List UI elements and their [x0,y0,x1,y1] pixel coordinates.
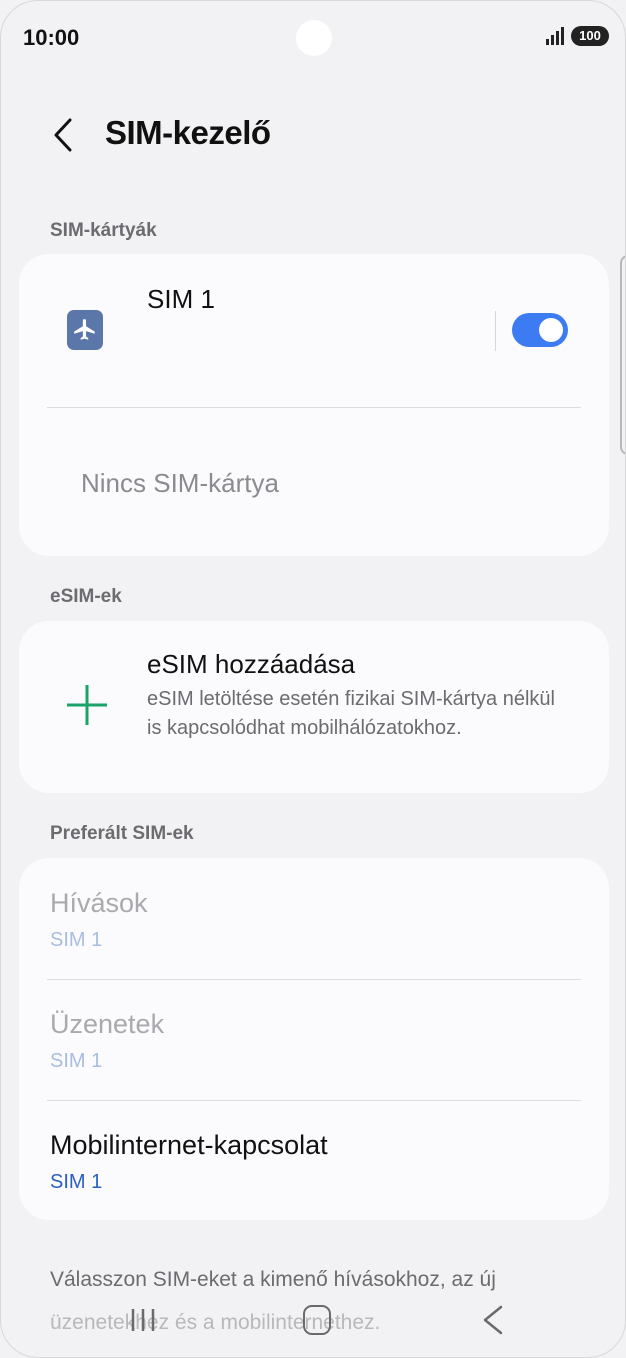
navigation-bar [1,1293,625,1353]
chevron-left-icon [54,118,72,152]
sim-cards-card: SIM 1 Nincs SIM-kártya [19,254,609,556]
status-time: 10:00 [23,25,80,50]
no-sim-slot: Nincs SIM-kártya [81,468,279,498]
preferred-calls-value: SIM 1 [50,929,103,951]
nav-back-icon[interactable] [479,1304,507,1336]
back-button[interactable] [45,115,81,155]
battery-icon: 100 [571,26,609,46]
preferred-messages-value: SIM 1 [50,1050,103,1072]
section-label-sim-cards: SIM-kártyák [50,220,157,241]
signal-icon [546,27,564,45]
preferred-mobile-data-title: Mobilinternet-kapcsolat [50,1130,328,1160]
phone-screen: 10:00 100 SIM-kezelő SIM-kártyák SIM 1 N… [0,0,626,1358]
preferred-mobile-data-value: SIM 1 [50,1171,103,1193]
divider [47,1100,581,1101]
recent-apps-icon[interactable] [129,1305,157,1335]
footer-note-line1: Válasszon SIM-eket a kimenő hívásokhoz, … [50,1268,496,1291]
preferred-messages-title: Üzenetek [50,1009,165,1039]
preferred-sims-card: Hívások SIM 1 Üzenetek SIM 1 Mobilintern… [19,858,609,1220]
home-icon[interactable] [303,1305,331,1335]
divider [47,407,581,408]
vertical-divider [495,311,496,351]
airplane-icon [67,310,103,350]
sim1-name: SIM 1 [147,284,215,314]
add-esim-description: eSIM letöltése esetén fizikai SIM-kártya… [147,688,555,739]
plus-icon [67,685,107,725]
status-bar: 10:00 100 [1,1,625,73]
section-label-preferred: Preferált SIM-ek [50,823,194,844]
sim1-toggle[interactable] [512,313,568,347]
page-title: SIM-kezelő [105,114,271,151]
camera-cutout [296,20,332,56]
divider [47,979,581,980]
preferred-calls-title: Hívások [50,888,148,918]
section-label-esims: eSIM-ek [50,586,122,607]
add-esim-row[interactable]: eSIM hozzáadása eSIM letöltése esetén fi… [19,621,609,793]
scrollbar[interactable] [620,255,625,455]
add-esim-title: eSIM hozzáadása [147,649,356,679]
